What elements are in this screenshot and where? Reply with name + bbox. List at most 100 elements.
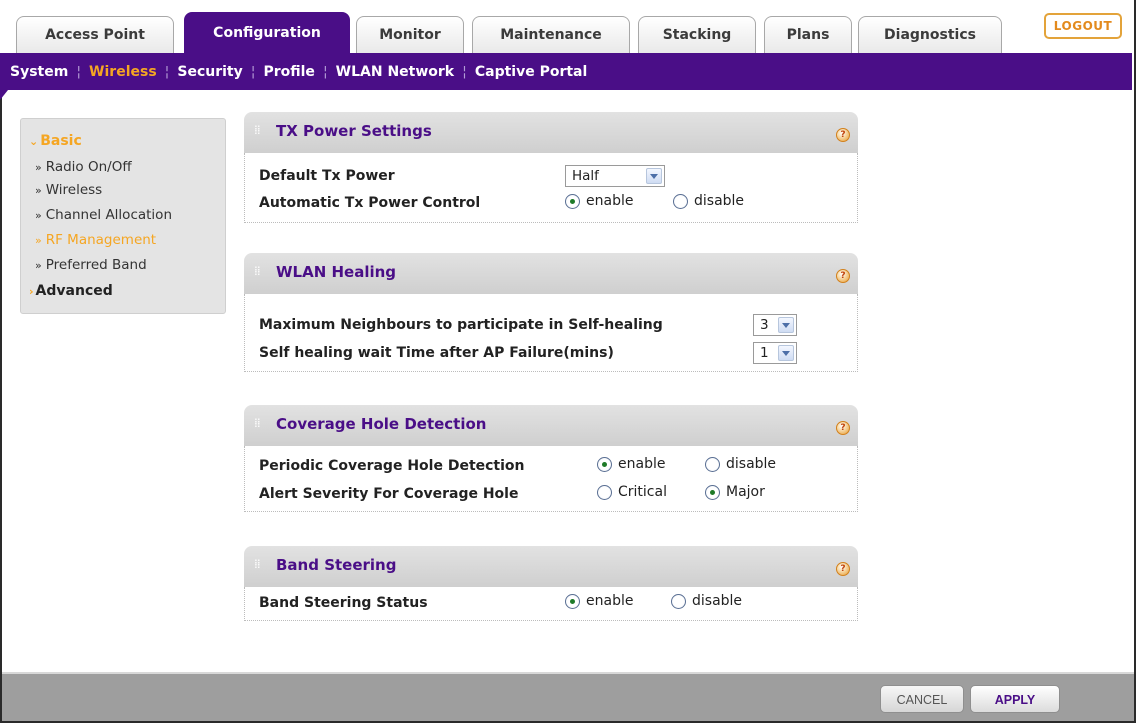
tab-configuration[interactable]: Configuration (184, 12, 350, 53)
menu-section-advanced[interactable]: › Advanced (29, 283, 113, 299)
tab-plans[interactable]: Plans (764, 16, 852, 53)
panel-title: TX Power Settings (276, 122, 432, 140)
panel-title: WLAN Healing (276, 263, 397, 281)
menu-section-label: Advanced (35, 283, 113, 299)
band-steering-status-label: Band Steering Status (259, 595, 428, 611)
tab-diagnostics[interactable]: Diagnostics (858, 16, 1002, 53)
select-value: Half (572, 168, 599, 184)
severity-critical-radio[interactable]: Critical (597, 484, 667, 500)
max-neighbours-select[interactable]: 3 (753, 314, 797, 336)
footer-bar: CANCEL APPLY (2, 672, 1134, 721)
subnav-profile[interactable]: Profile (263, 64, 314, 80)
drag-grip-icon: ⁞⁞ (254, 264, 261, 278)
menu-item-wireless[interactable]: » Wireless (35, 182, 102, 198)
radio-selected-icon (565, 593, 580, 609)
tab-access-point[interactable]: Access Point (16, 16, 174, 53)
chevron-down-icon (778, 317, 794, 333)
radio-selected-icon (565, 193, 580, 209)
subnav-divider: ¦ (462, 63, 467, 80)
tab-monitor[interactable]: Monitor (356, 16, 464, 53)
subnav-divider: ¦ (164, 63, 170, 80)
healing-wait-time-label: Self healing wait Time after AP Failure(… (259, 345, 614, 361)
periodic-coverage-disable-radio[interactable]: disable (705, 456, 776, 472)
auto-tx-enable-radio[interactable]: enable (565, 193, 633, 209)
band-steering-enable-radio[interactable]: enable (565, 593, 633, 609)
subnav-security[interactable]: Security (177, 64, 242, 80)
menu-item-preferred-band[interactable]: » Preferred Band (35, 257, 147, 273)
menu-item-channel-allocation[interactable]: » Channel Allocation (35, 207, 172, 223)
periodic-coverage-label: Periodic Coverage Hole Detection (259, 458, 525, 474)
apply-button[interactable]: APPLY (970, 685, 1060, 713)
chevron-right-icon: › (29, 285, 34, 298)
bullet-icon: » (35, 161, 42, 174)
radio-label: enable (618, 456, 666, 472)
bullet-icon: » (35, 209, 42, 222)
radio-label: disable (694, 193, 745, 209)
menu-section-label: Basic (40, 133, 82, 149)
radio-label: enable (586, 193, 634, 209)
help-icon[interactable]: ? (836, 269, 850, 283)
panel-title: Band Steering (276, 556, 397, 574)
radio-unselected-icon (671, 593, 686, 609)
tab-stacking[interactable]: Stacking (638, 16, 756, 53)
severity-major-radio[interactable]: Major (705, 484, 765, 500)
select-value: 3 (760, 317, 769, 333)
menu-item-rf-management[interactable]: » RF Management (35, 232, 156, 248)
panel-header: ⁞⁞ TX Power Settings ? (244, 112, 858, 153)
default-tx-power-select[interactable]: Half (565, 165, 665, 187)
tab-maintenance[interactable]: Maintenance (472, 16, 630, 53)
subnav-divider: ¦ (322, 63, 328, 80)
radio-selected-icon (597, 456, 612, 472)
panel-body: Periodic Coverage Hole Detection enable … (244, 446, 858, 512)
healing-wait-time-select[interactable]: 1 (753, 342, 797, 364)
periodic-coverage-enable-radio[interactable]: enable (597, 456, 665, 472)
drag-grip-icon: ⁞⁞ (254, 123, 261, 137)
radio-label: disable (692, 593, 743, 609)
radio-label: Major (726, 484, 765, 500)
logout-button[interactable]: LOGOUT (1044, 13, 1122, 39)
radio-selected-icon (705, 484, 720, 500)
bullet-icon: » (35, 259, 42, 272)
panel-title: Coverage Hole Detection (276, 415, 487, 433)
select-value: 1 (760, 345, 769, 361)
panel-body: Maximum Neighbours to participate in Sel… (244, 294, 858, 372)
panel-band-steering: ⁞⁞ Band Steering ? Band Steering Status … (244, 546, 858, 621)
help-icon[interactable]: ? (836, 421, 850, 435)
alert-severity-label: Alert Severity For Coverage Hole (259, 486, 519, 502)
auto-tx-disable-radio[interactable]: disable (673, 193, 744, 209)
menu-item-radio-on-off[interactable]: » Radio On/Off (35, 159, 132, 175)
auto-tx-power-label: Automatic Tx Power Control (259, 195, 481, 211)
help-icon[interactable]: ? (836, 562, 850, 576)
radio-label: disable (726, 456, 777, 472)
cancel-button[interactable]: CANCEL (880, 685, 964, 713)
panel-header: ⁞⁞ WLAN Healing ? (244, 253, 858, 294)
panel-header: ⁞⁞ Band Steering ? (244, 546, 858, 587)
panel-body: Default Tx Power Half Automatic Tx Power… (244, 153, 858, 223)
menu-item-label: Wireless (45, 182, 103, 198)
help-icon[interactable]: ? (836, 128, 850, 142)
panel-header: ⁞⁞ Coverage Hole Detection ? (244, 405, 858, 446)
menu-item-label: Channel Allocation (45, 207, 173, 223)
sub-navigation: System ¦ Wireless ¦ Security ¦ Profile ¦… (0, 53, 1132, 100)
subnav-wireless[interactable]: Wireless (89, 64, 157, 80)
radio-label: enable (586, 593, 634, 609)
drag-grip-icon: ⁞⁞ (254, 557, 261, 571)
radio-unselected-icon (673, 193, 688, 209)
menu-section-basic[interactable]: ⌄ Basic (29, 133, 82, 149)
menu-item-label: RF Management (45, 232, 157, 248)
default-tx-power-label: Default Tx Power (259, 168, 395, 184)
subnav-wlan-network[interactable]: WLAN Network (336, 64, 454, 80)
radio-label: Critical (618, 484, 667, 500)
chevron-down-icon (778, 345, 794, 361)
panel-coverage-hole-detection: ⁞⁞ Coverage Hole Detection ? Periodic Co… (244, 405, 858, 512)
radio-unselected-icon (705, 456, 720, 472)
bullet-icon: » (35, 184, 42, 197)
panel-wlan-healing: ⁞⁞ WLAN Healing ? Maximum Neighbours to … (244, 253, 858, 372)
subnav-notch (0, 90, 8, 100)
subnav-system[interactable]: System (10, 64, 68, 80)
subnav-divider: ¦ (76, 63, 82, 80)
bullet-icon: » (35, 234, 42, 247)
subnav-captive-portal[interactable]: Captive Portal (475, 64, 587, 80)
menu-item-label: Preferred Band (45, 257, 147, 273)
band-steering-disable-radio[interactable]: disable (671, 593, 742, 609)
